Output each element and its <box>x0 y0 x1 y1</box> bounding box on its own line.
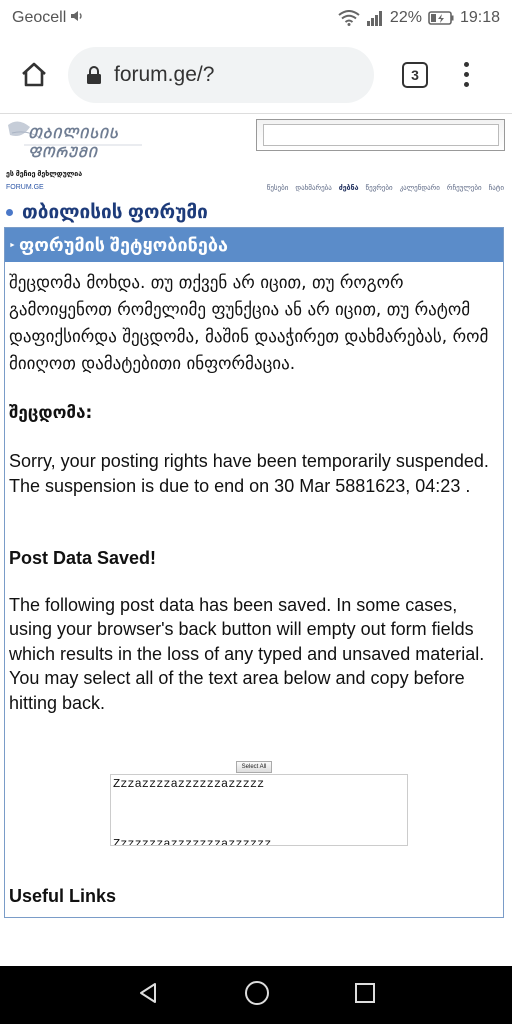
forum-title-row: თბილისის ფორუმი <box>0 197 512 227</box>
browser-toolbar: forum.ge/? 3 <box>0 36 512 114</box>
system-navigation-bar <box>0 966 512 1024</box>
home-nav-button[interactable] <box>244 980 270 1011</box>
nav-link-members[interactable]: წევრები <box>365 184 392 192</box>
user-meta-row: ეს მეჩიე მეხლდულია FORUM.GE წესები დახმა… <box>0 167 512 197</box>
logo-text: ᲗᲑᲘᲚᲘᲡᲘᲡ ᲤᲝᲠᲣᲛᲘ <box>28 126 119 161</box>
recents-button[interactable] <box>354 982 376 1009</box>
carrier-name: Geocell <box>12 9 67 26</box>
saved-post-area: Select All Zzzazzzzazzzzzzazzzzz Zzzzzzz… <box>9 761 499 846</box>
home-icon <box>22 62 46 86</box>
back-icon <box>140 982 156 1003</box>
message-box-body: შეცდომა მოხდა. თუ თქვენ არ იცით, თუ როგო… <box>5 262 503 917</box>
user-greeting: ეს მეჩიე მეხლდულია <box>6 171 83 178</box>
home-button[interactable] <box>14 55 54 95</box>
error-label: შეცდომა: <box>9 403 93 423</box>
nav-link-favorites[interactable]: რჩეულები <box>447 184 482 192</box>
web-page: ᲗᲑᲘᲚᲘᲡᲘᲡ ᲤᲝᲠᲣᲛᲘ ეს მეჩიე მეხლდულია FORUM… <box>0 115 512 966</box>
forum-nav-links: წესები დახმარება ძებნა წევრები კალენდარი… <box>267 184 504 192</box>
battery-icon <box>428 11 454 25</box>
message-box-header: ► ფორუმის შეტყობინება <box>5 228 503 262</box>
breadcrumb-forum-ge[interactable]: FORUM.GE <box>6 184 44 191</box>
message-box-title: ფორუმის შეტყობინება <box>18 234 228 255</box>
browser-menu-button[interactable] <box>456 62 476 87</box>
nav-link-rules[interactable]: წესები <box>267 184 289 192</box>
nav-link-calendar[interactable]: კალენდარი <box>400 184 440 192</box>
lock-icon <box>87 65 101 84</box>
url-text: forum.ge/? <box>114 62 215 86</box>
nav-link-search[interactable]: ძებნა <box>339 184 359 192</box>
battery-percent: 22% <box>389 9 422 26</box>
signal-icon <box>366 10 384 26</box>
square-recents-icon <box>355 982 375 1003</box>
nav-link-help[interactable]: დახმარება <box>295 184 331 192</box>
header-search-box <box>256 119 505 151</box>
select-all-button[interactable]: Select All <box>236 761 272 773</box>
error-intro-text: შეცდომა მოხდა. თუ თქვენ არ იცით, თუ როგო… <box>9 273 489 374</box>
error-message: Sorry, your posting rights have been tem… <box>9 451 489 496</box>
header-search-input[interactable] <box>263 124 499 146</box>
clock-time: 19:18 <box>459 9 500 26</box>
message-box: ► ფორუმის შეტყობინება შეცდომა მოხდა. თუ … <box>4 227 504 918</box>
post-saved-title: Post Data Saved! <box>9 548 157 568</box>
circle-home-icon <box>245 980 269 1005</box>
forum-title[interactable]: თბილისის ფორუმი <box>22 201 208 224</box>
back-button[interactable] <box>136 981 160 1010</box>
bullet-icon <box>6 208 13 216</box>
site-banner: ᲗᲑᲘᲚᲘᲡᲘᲡ ᲤᲝᲠᲣᲛᲘ <box>0 115 512 167</box>
tab-switcher-button[interactable]: 3 <box>402 61 428 88</box>
post-saved-text: The following post data has been saved. … <box>9 594 485 713</box>
nav-link-chat[interactable]: ჩატი <box>489 184 504 192</box>
saved-post-textarea[interactable]: Zzzazzzzazzzzzzazzzzz Zzzzzzzazzzzzzzazz… <box>110 774 408 846</box>
more-icon <box>463 62 469 67</box>
address-bar[interactable]: forum.ge/? <box>68 46 374 103</box>
status-bar: Geocell 22% 19:18 <box>0 0 512 36</box>
volume-icon <box>70 9 84 28</box>
wifi-icon <box>338 10 360 26</box>
useful-links-heading: Useful Links <box>9 886 117 906</box>
triangle-icon: ► <box>9 241 16 249</box>
forum-logo[interactable]: ᲗᲑᲘᲚᲘᲡᲘᲡ ᲤᲝᲠᲣᲛᲘ <box>6 119 144 161</box>
